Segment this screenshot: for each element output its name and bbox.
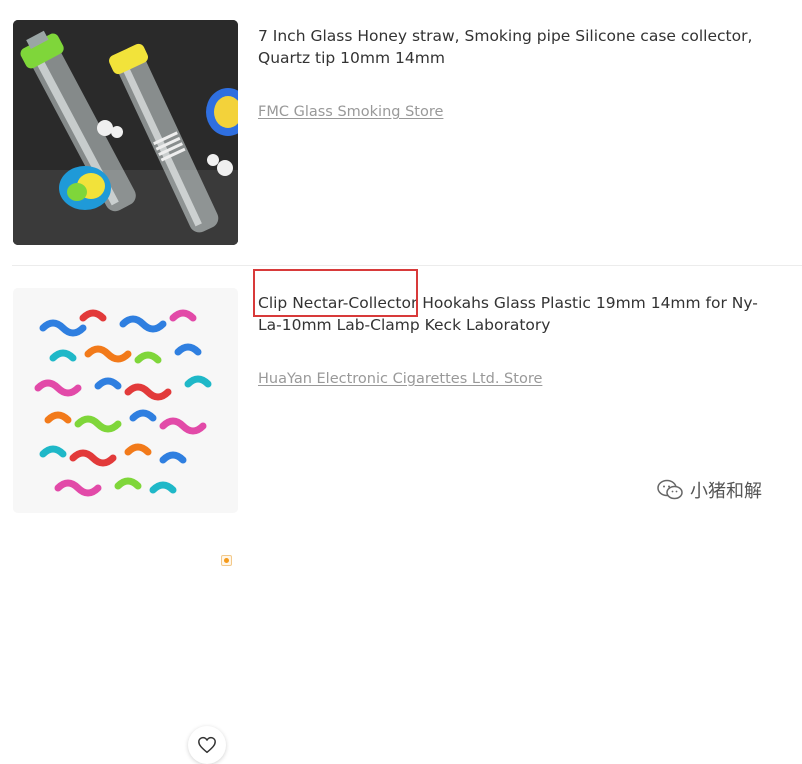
store-link[interactable]: HuaYan Electronic Cigarettes Ltd. Store bbox=[258, 371, 542, 387]
product-photo-icon bbox=[13, 20, 238, 245]
wechat-logo-icon bbox=[657, 479, 683, 500]
watermark-text: 小猪和解 bbox=[690, 481, 762, 502]
heart-outline-icon bbox=[198, 736, 216, 754]
store-link[interactable]: FMC Glass Smoking Store bbox=[258, 104, 443, 120]
product-title-highlight: Clip Nectar-Collector bbox=[258, 294, 418, 312]
wishlist-button[interactable] bbox=[188, 726, 226, 764]
watermark: 小猪和解 bbox=[656, 476, 762, 504]
ad-badge-icon bbox=[221, 555, 232, 566]
product-image[interactable] bbox=[13, 20, 238, 245]
product-title[interactable]: 7 Inch Glass Honey straw, Smoking pipe S… bbox=[258, 25, 758, 69]
product-listing: 7 Inch Glass Honey straw, Smoking pipe S… bbox=[0, 0, 802, 262]
product-image[interactable] bbox=[13, 288, 238, 513]
product-title[interactable]: Clip Nectar-Collector Hookahs Glass Plas… bbox=[258, 292, 758, 336]
product-photo-icon bbox=[13, 288, 238, 513]
